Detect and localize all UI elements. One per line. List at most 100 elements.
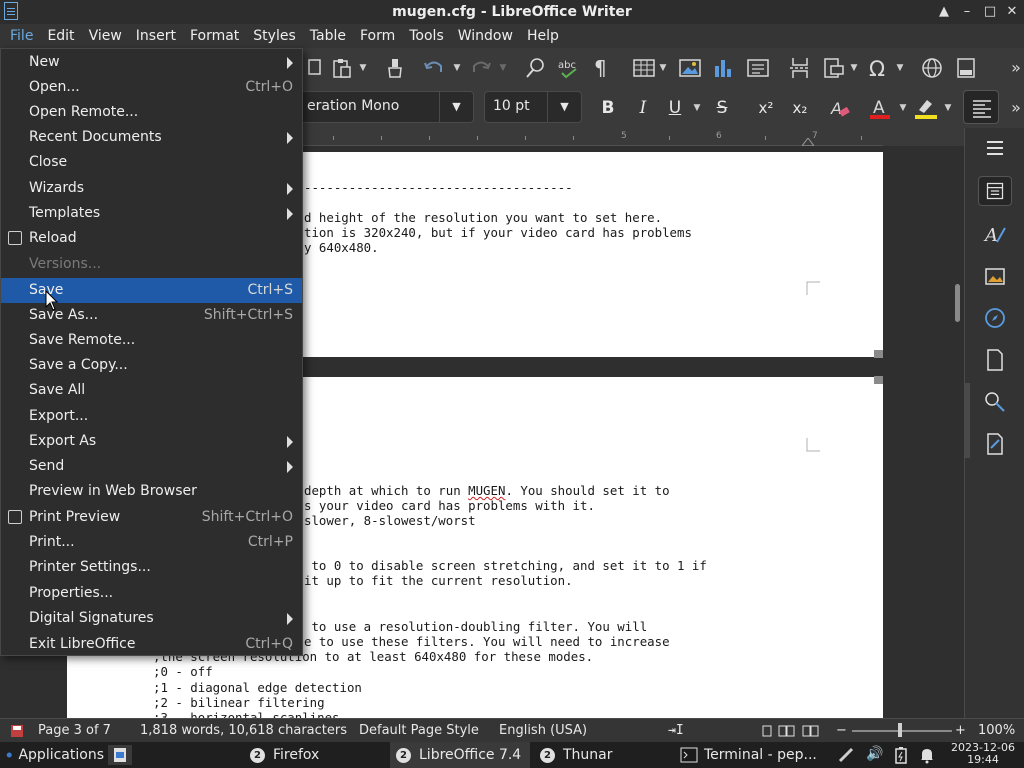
- network-icon[interactable]: [838, 747, 856, 763]
- view-layout-icons[interactable]: [761, 724, 821, 738]
- menu-insert[interactable]: Insert: [129, 25, 183, 47]
- zoom-out-icon[interactable]: −: [836, 723, 847, 738]
- show-desktop-button[interactable]: [108, 745, 132, 765]
- task-thunar[interactable]: 2 Thunar: [534, 742, 674, 768]
- menu-window[interactable]: Window: [451, 25, 520, 47]
- file-menu-item-send[interactable]: Send: [1, 454, 302, 479]
- page-break-icon[interactable]: [788, 56, 812, 80]
- textbox-icon[interactable]: [746, 56, 770, 80]
- applications-menu[interactable]: Applications: [0, 742, 104, 768]
- subscript-icon[interactable]: x₂: [788, 96, 812, 120]
- insert-mode-icon[interactable]: ⇥I: [668, 723, 684, 738]
- task-terminal[interactable]: Terminal - pep...: [674, 742, 820, 768]
- highlight-dropdown-icon[interactable]: ▼: [943, 96, 953, 120]
- zoom-level[interactable]: 100%: [978, 723, 1015, 738]
- styles-icon[interactable]: A: [983, 222, 1007, 246]
- font-size-combobox[interactable]: 10 pt ▼: [484, 91, 582, 123]
- file-menu-item-open-remote[interactable]: Open Remote...: [1, 100, 302, 125]
- align-left-button[interactable]: [963, 90, 999, 124]
- sidebar-collapse-handle[interactable]: [965, 383, 970, 458]
- minimize-button[interactable]: –: [957, 2, 977, 22]
- vertical-scrollbar[interactable]: [952, 146, 964, 718]
- volume-icon[interactable]: 🔊: [866, 746, 883, 762]
- zoom-slider-thumb[interactable]: [898, 723, 902, 737]
- right-indent-marker-icon[interactable]: [802, 138, 814, 146]
- battery-icon[interactable]: [894, 746, 908, 764]
- clone-formatting-icon[interactable]: [383, 56, 407, 80]
- maximize-up-icon[interactable]: ▲: [934, 2, 954, 22]
- special-character-dropdown-icon[interactable]: ▼: [895, 56, 905, 80]
- zoom-slider-track[interactable]: [852, 730, 952, 732]
- file-menu-item-close[interactable]: Close: [1, 150, 302, 175]
- file-menu-item-reload[interactable]: Reload: [1, 226, 302, 251]
- pilcrow-icon[interactable]: ¶: [590, 56, 614, 80]
- file-menu-item-wizards[interactable]: Wizards: [1, 176, 302, 201]
- undo-icon[interactable]: [422, 56, 446, 80]
- redo-icon[interactable]: [469, 56, 493, 80]
- menu-file[interactable]: File: [3, 25, 40, 47]
- field-dropdown-icon[interactable]: ▼: [849, 56, 859, 80]
- file-menu-item-new[interactable]: New: [1, 50, 302, 75]
- clock[interactable]: 2023-12-06 19:44: [950, 742, 1016, 766]
- font-size-dropdown-icon[interactable]: ▼: [547, 92, 581, 122]
- file-menu-item-print[interactable]: Print... Ctrl+P: [1, 530, 302, 555]
- horizontal-ruler[interactable]: 5 6 7: [303, 130, 883, 146]
- file-menu-item-exit-libreoffice[interactable]: Exit LibreOffice Ctrl+Q: [1, 632, 302, 657]
- page-resize-handle[interactable]: [874, 376, 883, 384]
- task-libreoffice[interactable]: 2 LibreOffice 7.4: [390, 742, 530, 768]
- spellcheck-icon[interactable]: abc: [557, 56, 581, 80]
- special-character-icon[interactable]: Ω: [867, 56, 891, 80]
- restore-button[interactable]: □: [980, 2, 1000, 22]
- task-firefox[interactable]: 2 Firefox: [244, 742, 388, 768]
- font-name-combobox[interactable]: eration Mono ▼: [303, 91, 474, 123]
- file-menu-item-digital-signatures[interactable]: Digital Signatures: [1, 606, 302, 631]
- bold-icon[interactable]: B: [598, 96, 618, 120]
- document-modified-icon[interactable]: [10, 724, 24, 738]
- notification-bell-icon[interactable]: [919, 746, 935, 764]
- file-menu-item-preview-in-web-browser[interactable]: Preview in Web Browser: [1, 479, 302, 504]
- sidebar-properties-button[interactable]: [978, 176, 1012, 206]
- page-count[interactable]: Page 3 of 7: [38, 723, 111, 738]
- file-menu-item-save-a-copy[interactable]: Save a Copy...: [1, 353, 302, 378]
- sidebar-menu-icon[interactable]: [983, 136, 1007, 160]
- word-count[interactable]: 1,818 words, 10,618 characters: [140, 723, 347, 738]
- font-color-icon[interactable]: A: [868, 96, 892, 120]
- page-style[interactable]: Default Page Style: [359, 723, 479, 738]
- underline-icon[interactable]: U: [665, 96, 685, 120]
- menu-styles[interactable]: Styles: [246, 25, 302, 47]
- copy-icon[interactable]: [303, 56, 327, 80]
- manage-changes-icon[interactable]: [983, 432, 1007, 456]
- page-icon[interactable]: [983, 348, 1007, 372]
- menu-edit[interactable]: Edit: [40, 25, 81, 47]
- menu-view[interactable]: View: [82, 25, 129, 47]
- file-menu-item-export-as[interactable]: Export As: [1, 429, 302, 454]
- file-menu-item-open[interactable]: Open... Ctrl+O: [1, 75, 302, 100]
- menu-table[interactable]: Table: [303, 25, 353, 47]
- navigator-icon[interactable]: [983, 306, 1007, 330]
- table-icon[interactable]: [632, 56, 656, 80]
- zoom-in-icon[interactable]: +: [955, 723, 966, 738]
- undo-dropdown-icon[interactable]: ▼: [452, 56, 462, 80]
- underline-dropdown-icon[interactable]: ▼: [692, 96, 702, 120]
- strikethrough-icon[interactable]: S: [712, 96, 732, 120]
- table-dropdown-icon[interactable]: ▼: [658, 56, 668, 80]
- footnote-icon[interactable]: [954, 56, 978, 80]
- redo-dropdown-icon[interactable]: ▼: [498, 56, 508, 80]
- chart-icon[interactable]: [711, 56, 735, 80]
- menu-format[interactable]: Format: [183, 25, 246, 47]
- font-name-dropdown-icon[interactable]: ▼: [439, 92, 473, 122]
- misspelled-word[interactable]: MUGEN: [468, 483, 505, 498]
- language[interactable]: English (USA): [499, 723, 587, 738]
- font-color-dropdown-icon[interactable]: ▼: [898, 96, 908, 120]
- clear-formatting-icon[interactable]: A: [828, 96, 852, 120]
- toolbar2-overflow-icon[interactable]: »: [1004, 96, 1024, 120]
- paste-icon[interactable]: [330, 56, 354, 80]
- field-icon[interactable]: [822, 56, 846, 80]
- menu-tools[interactable]: Tools: [402, 25, 451, 47]
- file-menu-item-templates[interactable]: Templates: [1, 201, 302, 226]
- close-button[interactable]: ✕: [1002, 2, 1022, 22]
- italic-icon[interactable]: I: [633, 96, 653, 120]
- file-menu-item-save-all[interactable]: Save All: [1, 378, 302, 403]
- menu-form[interactable]: Form: [353, 25, 402, 47]
- file-menu-item-properties[interactable]: Properties...: [1, 581, 302, 606]
